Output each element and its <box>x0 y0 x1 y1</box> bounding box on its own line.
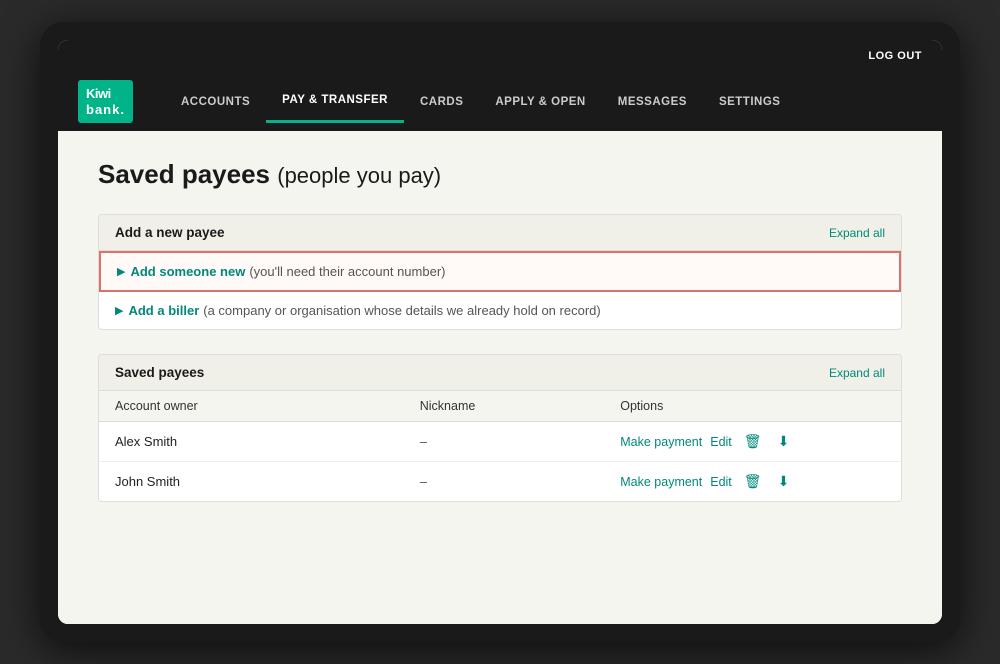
saved-payees-title: Saved payees <box>115 365 204 380</box>
cell-options-2: Make payment Edit 🗑 ⬇ <box>604 462 901 502</box>
nav-items: ACCOUNTS PAY & TRANSFER CARDS APPLY & OP… <box>165 80 796 123</box>
page-subtitle: (people you pay) <box>277 163 441 188</box>
add-payee-expand-all[interactable]: Expand all <box>829 226 885 240</box>
arrow-icon-biller: ▶ <box>115 304 123 317</box>
make-payment-link-1[interactable]: Make payment <box>620 435 702 449</box>
top-bar: LOG OUT <box>58 40 942 72</box>
add-someone-new-row: ▶ Add someone new (you'll need their acc… <box>99 251 901 292</box>
add-payee-section: Add a new payee Expand all ▶ Add someone… <box>98 214 902 330</box>
table-header-row: Account owner Nickname Options <box>99 391 901 422</box>
expand-icon-2[interactable]: ⬇ <box>774 471 794 492</box>
add-biller-helper: (a company or organisation whose details… <box>203 303 600 318</box>
cell-options-1: Make payment Edit 🗑 ⬇ <box>604 422 901 462</box>
edit-link-2[interactable]: Edit <box>710 475 732 489</box>
table-row: John Smith – Make payment Edit 🗑 ⬇ <box>99 462 901 502</box>
expand-icon-1[interactable]: ⬇ <box>774 431 794 452</box>
nav-bar: Kiwi bank. ACCOUNTS PAY & TRANSFER CARDS… <box>58 72 942 131</box>
add-someone-new-link[interactable]: Add someone new <box>130 264 245 279</box>
edit-link-1[interactable]: Edit <box>710 435 732 449</box>
cell-nickname-2: – <box>404 462 605 502</box>
add-biller-link[interactable]: Add a biller <box>128 303 199 318</box>
cell-nickname-1: – <box>404 422 605 462</box>
add-someone-new-helper: (you'll need their account number) <box>249 264 445 279</box>
options-cell-1: Make payment Edit 🗑 ⬇ <box>620 431 885 452</box>
col-header-account: Account owner <box>99 391 404 422</box>
nav-accounts[interactable]: ACCOUNTS <box>165 82 266 122</box>
logo-box: Kiwi bank. <box>78 80 133 123</box>
nav-messages[interactable]: MESSAGES <box>602 82 703 122</box>
col-header-options: Options <box>604 391 901 422</box>
logout-button[interactable]: LOG OUT <box>868 50 922 62</box>
nav-apply-open[interactable]: APPLY & OPEN <box>479 82 601 122</box>
saved-payees-table: Account owner Nickname Options Alex Smit… <box>99 391 901 501</box>
table-row: Alex Smith – Make payment Edit 🗑 ⬇ <box>99 422 901 462</box>
logo-line1: Kiwi <box>86 86 125 102</box>
col-header-nickname: Nickname <box>404 391 605 422</box>
add-payee-title: Add a new payee <box>115 225 225 240</box>
nav-cards[interactable]: CARDS <box>404 82 479 122</box>
saved-payees-section-header: Saved payees Expand all <box>99 355 901 391</box>
arrow-icon-someone-new: ▶ <box>117 265 125 278</box>
delete-icon-2[interactable]: 🗑 <box>740 471 766 492</box>
add-payee-section-header: Add a new payee Expand all <box>99 215 901 251</box>
saved-payees-section: Saved payees Expand all Account owner Ni… <box>98 354 902 502</box>
cell-account-owner-1: Alex Smith <box>99 422 404 462</box>
make-payment-link-2[interactable]: Make payment <box>620 475 702 489</box>
nav-pay-transfer[interactable]: PAY & TRANSFER <box>266 80 404 123</box>
nav-settings[interactable]: SETTINGS <box>703 82 797 122</box>
delete-icon-1[interactable]: 🗑 <box>740 431 766 452</box>
options-cell-2: Make payment Edit 🗑 ⬇ <box>620 471 885 492</box>
logo-line2: bank. <box>86 102 125 118</box>
page-title: Saved payees (people you pay) <box>98 159 902 190</box>
page-content: Saved payees (people you pay) Add a new … <box>58 131 942 624</box>
add-biller-row: ▶ Add a biller (a company or organisatio… <box>99 292 901 329</box>
cell-account-owner-2: John Smith <box>99 462 404 502</box>
saved-payees-expand-all[interactable]: Expand all <box>829 366 885 380</box>
tablet-screen: LOG OUT Kiwi bank. ACCOUNTS PAY & TRANSF… <box>58 40 942 624</box>
logo: Kiwi bank. <box>78 72 149 131</box>
tablet-frame: LOG OUT Kiwi bank. ACCOUNTS PAY & TRANSF… <box>40 22 960 642</box>
